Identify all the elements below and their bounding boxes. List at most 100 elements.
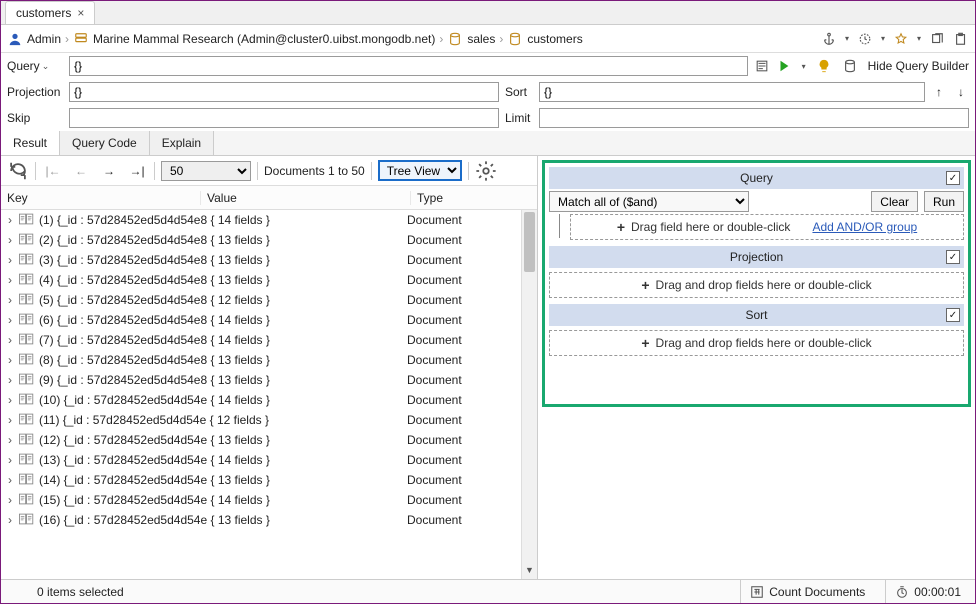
drop-projection-target[interactable]: + Drag and drop fields here or double-cl… [549, 272, 964, 298]
breadcrumb-db[interactable]: sales [467, 32, 495, 46]
col-type[interactable]: Type [411, 191, 521, 205]
query-checkbox[interactable]: ✓ [946, 171, 960, 185]
next-page-icon[interactable]: → [98, 160, 120, 182]
form-icon[interactable] [754, 58, 770, 74]
row-key: (11) {_id : 57d28452ed5d4d54e { 12 field… [39, 413, 403, 427]
tab-query-code[interactable]: Query Code [60, 131, 150, 155]
copy-icon[interactable] [929, 31, 945, 47]
table-row[interactable]: ›(8) {_id : 57d28452ed5d4d54e8 { 13 fiel… [1, 350, 521, 370]
run-button[interactable]: Run [924, 191, 964, 212]
chevron-right-icon[interactable]: › [5, 433, 15, 447]
chevron-right-icon[interactable]: › [5, 313, 15, 327]
sort-desc-icon[interactable]: ↓ [953, 84, 969, 100]
bulb-icon[interactable] [816, 58, 832, 74]
row-key: (15) {_id : 57d28452ed5d4d54e { 14 field… [39, 493, 403, 507]
sort-asc-icon[interactable]: ↑ [931, 84, 947, 100]
table-row[interactable]: ›(6) {_id : 57d28452ed5d4d54e8 { 14 fiel… [1, 310, 521, 330]
star-icon[interactable] [893, 31, 909, 47]
chevron-right-icon[interactable]: › [5, 213, 15, 227]
rows-container: ›(1) {_id : 57d28452ed5d4d54e8 { 14 fiel… [1, 210, 537, 579]
chevron-right-icon[interactable]: › [5, 473, 15, 487]
document-icon [19, 352, 35, 369]
col-value[interactable]: Value [201, 191, 411, 205]
table-row[interactable]: ›(3) {_id : 57d28452ed5d4d54e8 { 13 fiel… [1, 250, 521, 270]
history-icon[interactable] [857, 31, 873, 47]
row-type: Document [407, 393, 517, 407]
chevron-right-icon[interactable]: › [5, 393, 15, 407]
table-row[interactable]: ›(5) {_id : 57d28452ed5d4d54e8 { 12 fiel… [1, 290, 521, 310]
row-key: (2) {_id : 57d28452ed5d4d54e8 { 13 field… [39, 233, 403, 247]
gear-icon[interactable] [475, 160, 497, 182]
table-row[interactable]: › (9) {_id : 57d28452ed5d4d54e8 { 13 fiel… [1, 370, 521, 390]
drop-field-target[interactable]: + Drag field here or double-click Add AN… [570, 214, 964, 240]
chevron-right-icon[interactable]: › [5, 513, 15, 527]
scrollbar-thumb[interactable] [524, 212, 535, 272]
table-row[interactable]: ›(1) {_id : 57d28452ed5d4d54e8 { 14 fiel… [1, 210, 521, 230]
hide-builder-link[interactable]: Hide Query Builder [868, 59, 969, 73]
projection-input[interactable] [69, 82, 499, 102]
chevron-right-icon[interactable]: › [5, 493, 15, 507]
row-type: Document [407, 233, 517, 247]
drop-sort-target[interactable]: + Drag and drop fields here or double-cl… [549, 330, 964, 356]
chevron-right-icon[interactable]: › [5, 373, 15, 387]
separator [257, 162, 258, 180]
scroll-down-icon[interactable]: ▼ [522, 565, 537, 579]
chevron-right-icon[interactable]: › [5, 273, 15, 287]
separator [468, 162, 469, 180]
chevron-right-icon[interactable]: › [5, 353, 15, 367]
tab-result[interactable]: Result [1, 131, 60, 155]
breadcrumb-user[interactable]: Admin [27, 32, 61, 46]
match-select[interactable]: Match all of ($and) [549, 191, 749, 212]
first-page-icon[interactable]: |← [42, 160, 64, 182]
col-key[interactable]: Key [1, 191, 201, 205]
table-row[interactable]: ›(13) {_id : 57d28452ed5d4d54e { 14 fiel… [1, 450, 521, 470]
tree-line [559, 214, 560, 238]
limit-input[interactable] [539, 108, 969, 128]
table-row[interactable]: › (11) {_id : 57d28452ed5d4d54e { 12 fiel… [1, 410, 521, 430]
row-key: (9) {_id : 57d28452ed5d4d54e8 { 13 field… [39, 373, 403, 387]
clear-button[interactable]: Clear [871, 191, 918, 212]
page-size-select[interactable]: 50 [161, 161, 251, 181]
chevron-right-icon[interactable]: › [5, 333, 15, 347]
plus-icon: + [617, 219, 625, 235]
row-type: Document [407, 273, 517, 287]
table-row[interactable]: › (2) {_id : 57d28452ed5d4d54e8 { 13 fiel… [1, 230, 521, 250]
query-label[interactable]: Query ⌄ [7, 59, 63, 73]
sort-checkbox[interactable]: ✓ [946, 308, 960, 322]
builder-projection-header: Projection ✓ [549, 246, 964, 268]
vertical-scrollbar[interactable]: ▲ ▼ [521, 210, 537, 579]
tab-customers[interactable]: customers × [5, 1, 95, 24]
breadcrumb-collection[interactable]: customers [527, 32, 582, 46]
table-row[interactable]: ›(14) {_id : 57d28452ed5d4d54e { 13 fiel… [1, 470, 521, 490]
table-row[interactable]: › (15) {_id : 57d28452ed5d4d54e { 14 fiel… [1, 490, 521, 510]
anchor-icon[interactable] [821, 31, 837, 47]
chevron-right-icon[interactable]: › [5, 413, 15, 427]
query-input[interactable] [69, 56, 748, 76]
tab-explain[interactable]: Explain [150, 131, 214, 155]
sort-input[interactable] [539, 82, 925, 102]
table-row[interactable]: ›(12) {_id : 57d28452ed5d4d54e { 13 fiel… [1, 430, 521, 450]
prev-page-icon[interactable]: ← [70, 160, 92, 182]
table-row[interactable]: ›(4) {_id : 57d28452ed5d4d54e8 { 13 fiel… [1, 270, 521, 290]
table-row[interactable]: ›(16) {_id : 57d28452ed5d4d54e { 13 fiel… [1, 510, 521, 530]
chevron-right-icon: › [439, 32, 443, 46]
last-page-icon[interactable]: →| [126, 160, 148, 182]
row-type: Document [407, 493, 517, 507]
close-icon[interactable]: × [77, 6, 84, 20]
count-docs-button[interactable]: Count Documents [740, 580, 873, 603]
paste-icon[interactable] [953, 31, 969, 47]
view-select[interactable]: Tree View [378, 160, 462, 181]
add-andor-link[interactable]: Add AND/OR group [812, 220, 917, 234]
chevron-right-icon: › [65, 32, 69, 46]
run-icon[interactable] [776, 58, 792, 74]
projection-checkbox[interactable]: ✓ [946, 250, 960, 264]
refresh-icon[interactable] [7, 160, 29, 182]
table-row[interactable]: ›(7) {_id : 57d28452ed5d4d54e8 { 14 fiel… [1, 330, 521, 350]
chevron-right-icon[interactable]: › [5, 253, 15, 267]
chevron-right-icon[interactable]: › [5, 233, 15, 247]
table-row[interactable]: ›(10) {_id : 57d28452ed5d4d54e { 14 fiel… [1, 390, 521, 410]
breadcrumb-connection[interactable]: Marine Mammal Research (Admin@cluster0.u… [93, 32, 435, 46]
chevron-right-icon[interactable]: › [5, 453, 15, 467]
skip-input[interactable] [69, 108, 499, 128]
chevron-right-icon[interactable]: › [5, 293, 15, 307]
